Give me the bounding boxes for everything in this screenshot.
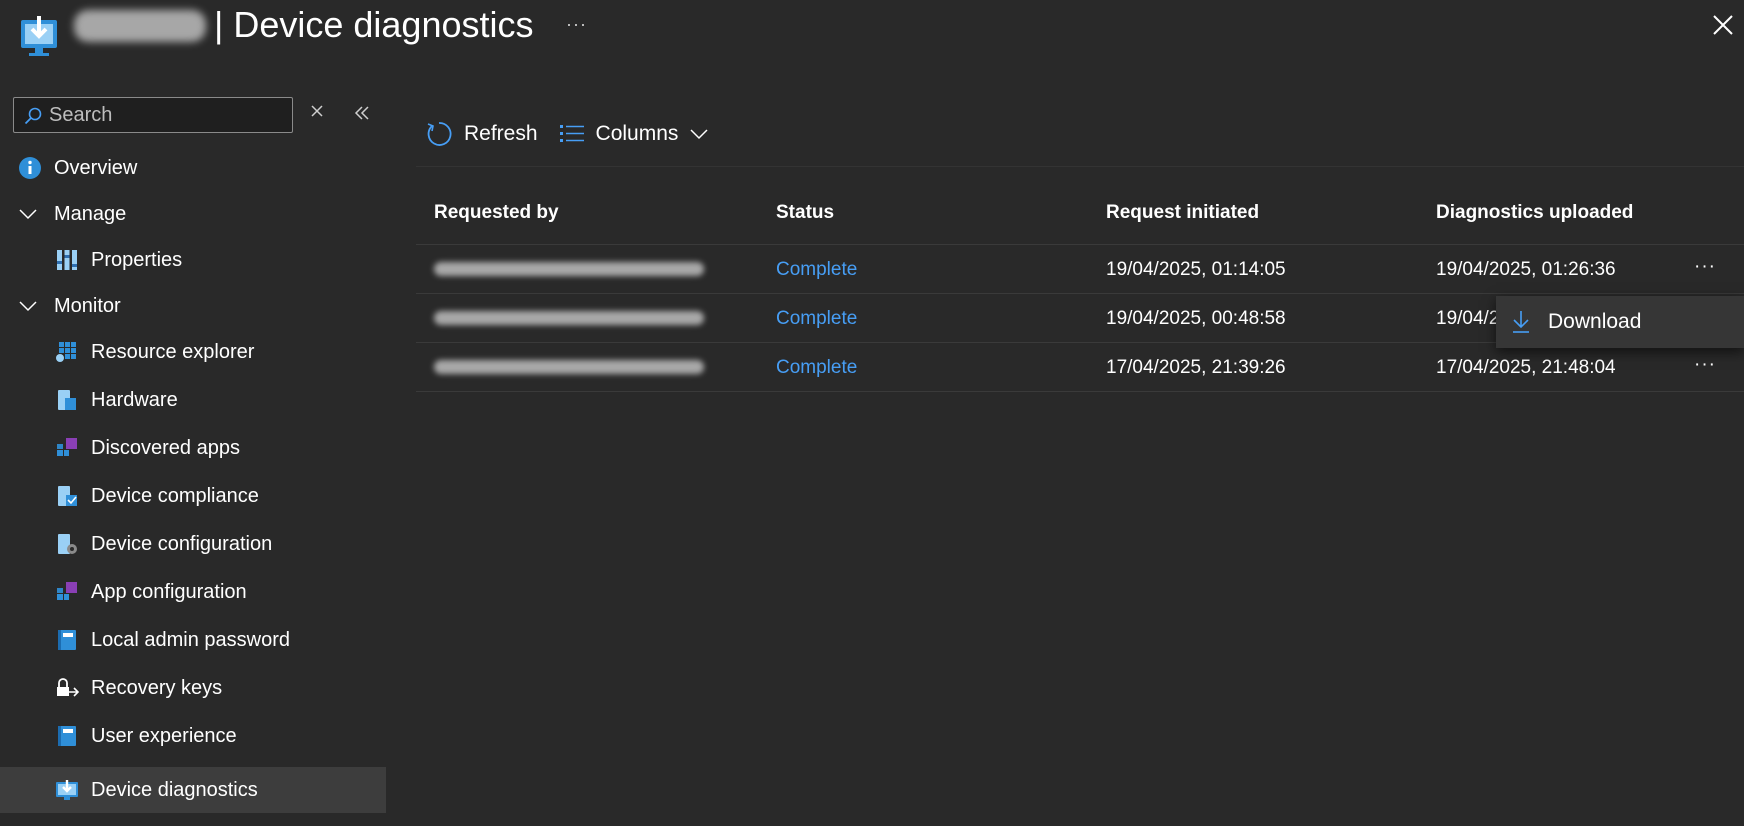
redacted-user [434,262,704,276]
request-initiated-cell: 17/04/2025, 21:39:26 [1106,357,1286,378]
chevron-down-icon [19,301,37,312]
columns-button[interactable]: Columns [559,122,709,146]
sidebar-item-app-configuration[interactable]: App configuration [0,569,386,615]
download-menu-item[interactable]: Download [1512,310,1641,334]
chevron-down-icon [690,129,708,140]
sidebar-item-label: User experience [91,724,237,747]
status-link[interactable]: Complete [776,259,857,281]
sidebar-item-resource-explorer[interactable]: Resource explorer [0,329,386,375]
columns-label: Columns [595,122,679,145]
toolbar: Refresh Columns [426,112,730,156]
download-label: Download [1548,310,1642,333]
search-input[interactable] [49,101,289,129]
sidebar-item-label: Device configuration [91,532,273,555]
refresh-button[interactable]: Refresh [426,121,538,147]
sidebar-group-manage[interactable]: Manage [0,191,386,237]
column-header-request-initiated[interactable]: Request initiated [1106,202,1259,224]
diagnostics-uploaded-cell: 17/04/2025, 21:48:04 [1436,357,1616,378]
notebook-icon [58,726,76,746]
column-header-status[interactable]: Status [776,202,834,224]
sidebar-item-label: Recovery keys [91,676,223,699]
sidebar-item-label: Discovered apps [91,436,240,459]
status-link[interactable]: Complete [776,357,857,379]
redacted-user [434,360,704,374]
status-link[interactable]: Complete [776,308,857,330]
sidebar-item-label: Device compliance [91,484,259,507]
sidebar-item-label: Manage [54,202,127,225]
table-row[interactable]: Complete 17/04/2025, 21:39:26 17/04/2025… [416,343,1744,392]
sidebar-item-discovered-apps[interactable]: Discovered apps [0,425,386,471]
row-more-button[interactable]: ··· [1694,355,1716,374]
compliance-icon [58,486,77,506]
sidebar-item-label: Properties [91,248,183,271]
download-icon [1513,311,1529,333]
toolbar-divider [416,166,1744,167]
close-icon[interactable] [1712,14,1734,36]
diagnostics-uploaded-cell: 19/04/2025, 01:26:36 [1436,259,1616,280]
column-header-requested-by[interactable]: Requested by [434,202,559,224]
page-header: | Device diagnostics ··· [0,0,1744,60]
hardware-icon [58,390,76,410]
device-diagnostics-icon [21,16,57,56]
info-icon [19,157,41,179]
row-more-button[interactable]: ··· [1694,257,1716,276]
sidebar: Overview Manage Properties Monitor [0,90,386,826]
apps-icon [57,582,77,600]
sidebar-item-local-admin-password[interactable]: Local admin password [0,617,386,663]
request-initiated-cell: 19/04/2025, 01:14:05 [1106,259,1286,280]
sidebar-item-label: App configuration [91,580,247,603]
sidebar-item-device-configuration[interactable]: Device configuration [0,521,386,567]
sidebar-item-label: Hardware [91,388,178,411]
redacted-user [434,311,704,325]
collapse-sidebar-icon[interactable] [354,106,370,120]
lock-arrow-icon [57,678,79,697]
table-row[interactable]: Complete 19/04/2025, 01:14:05 19/04/2025… [416,245,1744,294]
sidebar-item-label: Local admin password [91,628,290,651]
search-icon [24,107,42,125]
configuration-icon [58,534,77,554]
row-context-menu: Download [1496,296,1744,348]
request-initiated-cell: 19/04/2025, 00:48:58 [1106,308,1286,329]
clear-filter-icon[interactable] [310,104,324,122]
redacted-device-name [74,10,206,42]
sidebar-item-device-diagnostics[interactable]: Device diagnostics [0,767,386,813]
notebook-icon [58,630,76,650]
more-options-button[interactable]: ··· [566,14,587,35]
properties-icon [57,250,77,270]
page-title: | Device diagnostics [214,4,534,45]
sidebar-item-device-compliance[interactable]: Device compliance [0,473,386,519]
apps-icon [57,438,77,456]
column-header-diagnostics-uploaded[interactable]: Diagnostics uploaded [1436,202,1633,224]
diagnostics-icon [56,780,78,800]
diagnostics-table: Requested by Status Request initiated Di… [416,190,1744,392]
sidebar-item-user-experience[interactable]: User experience [0,713,386,759]
search-box[interactable] [13,97,293,133]
refresh-icon [427,122,452,146]
sidebar-item-label: Device diagnostics [91,778,258,801]
sidebar-item-label: Overview [54,156,138,179]
chevron-down-icon [19,209,37,220]
resource-explorer-icon [56,342,76,362]
sidebar-item-overview[interactable]: Overview [0,145,386,191]
sidebar-item-label: Monitor [54,294,121,317]
sidebar-item-properties[interactable]: Properties [0,237,386,283]
sidebar-item-hardware[interactable]: Hardware [0,377,386,423]
sidebar-item-recovery-keys[interactable]: Recovery keys [0,665,386,711]
columns-icon [559,125,584,142]
sidebar-item-label: Resource explorer [91,340,255,363]
diagnostics-uploaded-cell: 19/04/2 [1436,308,1500,329]
table-header: Requested by Status Request initiated Di… [416,190,1744,245]
refresh-label: Refresh [464,122,538,145]
sidebar-group-monitor[interactable]: Monitor [0,283,386,329]
